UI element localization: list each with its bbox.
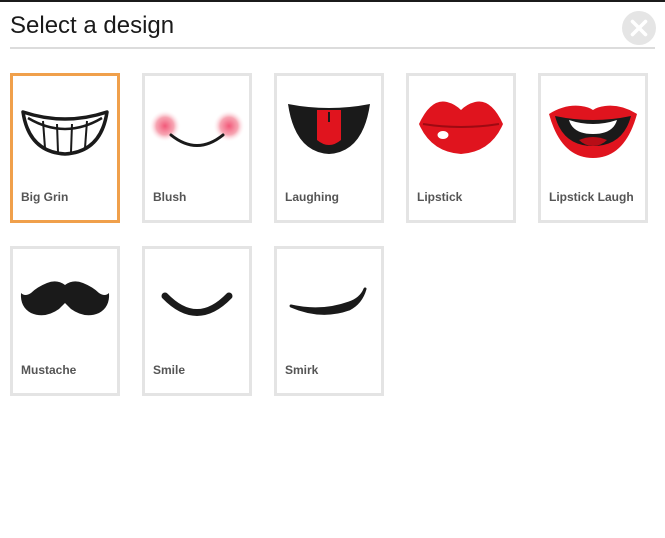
design-tile-lipstick-laugh[interactable]: Lipstick Laugh xyxy=(538,73,648,223)
blush-icon xyxy=(149,110,245,147)
design-tile-blush[interactable]: Blush xyxy=(142,73,252,223)
title-divider xyxy=(10,47,655,49)
lipstick-icon xyxy=(419,101,503,154)
design-tile-smirk[interactable]: Smirk xyxy=(274,246,384,396)
select-design-dialog: Select a design Big Grin Blush Laughing … xyxy=(0,0,665,538)
design-label-laughing: Laughing xyxy=(285,190,339,204)
design-label-blush: Blush xyxy=(153,190,187,204)
design-label-mustache: Mustache xyxy=(21,363,77,377)
close-button[interactable] xyxy=(622,11,656,45)
laughing-icon xyxy=(288,104,370,154)
design-label-lipstick: Lipstick xyxy=(417,190,463,204)
close-icon xyxy=(630,19,648,37)
design-label-lipstick-laugh: Lipstick Laugh xyxy=(549,190,634,204)
big-grin-icon xyxy=(21,110,109,156)
design-tile-smile[interactable]: Smile xyxy=(142,246,252,396)
lipstick-laugh-icon xyxy=(549,105,637,158)
design-label-smile: Smile xyxy=(153,363,186,377)
smile-icon xyxy=(161,292,233,316)
mustache-icon xyxy=(20,281,110,316)
window-top-edge xyxy=(0,0,665,2)
design-label-smirk: Smirk xyxy=(285,363,319,377)
design-label-big-grin: Big Grin xyxy=(21,190,69,204)
smirk-icon xyxy=(289,287,367,315)
design-tile-big-grin[interactable]: Big Grin xyxy=(10,73,120,223)
design-tile-laughing[interactable]: Laughing xyxy=(274,73,384,223)
design-tile-lipstick[interactable]: Lipstick xyxy=(406,73,516,223)
dialog-title: Select a design xyxy=(10,12,175,39)
design-tile-mustache[interactable]: Mustache xyxy=(10,246,120,396)
